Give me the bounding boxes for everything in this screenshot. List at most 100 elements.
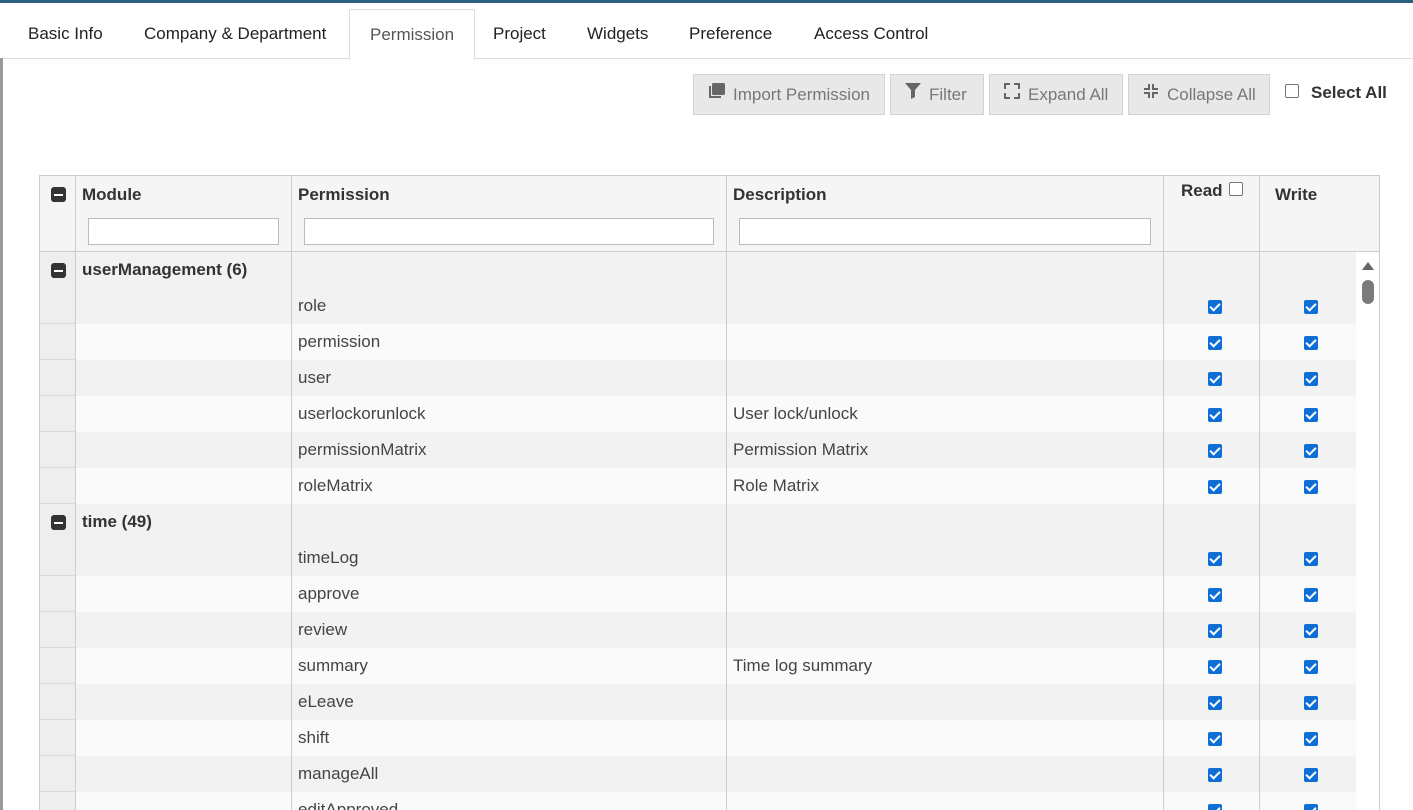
description-cell: User lock/unlock	[727, 396, 1164, 432]
write-checkbox[interactable]	[1304, 300, 1318, 314]
read-checkbox[interactable]	[1208, 480, 1222, 494]
empty-cell	[1164, 252, 1260, 288]
row-gutter	[40, 540, 76, 576]
collapse-group-icon[interactable]	[51, 263, 66, 278]
read-cell	[1164, 576, 1260, 612]
collapse-all-label: Collapse All	[1167, 85, 1256, 104]
grid-scrollbar[interactable]	[1356, 252, 1379, 810]
collapse-group-icon[interactable]	[51, 515, 66, 530]
tab-access-control[interactable]: Access Control	[794, 9, 948, 59]
module-cell	[76, 468, 292, 504]
tab-widgets[interactable]: Widgets	[567, 9, 668, 59]
read-cell	[1164, 792, 1260, 810]
read-cell	[1164, 648, 1260, 684]
read-checkbox[interactable]	[1208, 660, 1222, 674]
write-cell	[1260, 720, 1356, 756]
description-cell	[727, 720, 1164, 756]
write-checkbox[interactable]	[1304, 372, 1318, 386]
description-filter-input[interactable]	[739, 218, 1151, 245]
description-cell	[727, 684, 1164, 720]
permission-grid: Module Permission Description Read Write…	[39, 175, 1380, 810]
module-cell	[76, 612, 292, 648]
group-toggle-cell[interactable]	[40, 504, 76, 540]
tab-preference[interactable]: Preference	[669, 9, 792, 59]
module-filter-input[interactable]	[88, 218, 279, 245]
write-cell	[1260, 432, 1356, 468]
table-row: editApproved	[40, 792, 1356, 810]
permission-cell: timeLog	[292, 540, 727, 576]
write-checkbox[interactable]	[1304, 480, 1318, 494]
scroll-up-icon[interactable]	[1362, 262, 1374, 270]
tab-project[interactable]: Project	[473, 9, 566, 59]
read-checkbox[interactable]	[1208, 408, 1222, 422]
write-checkbox[interactable]	[1304, 624, 1318, 638]
scroll-thumb[interactable]	[1362, 280, 1374, 304]
table-row: timeLog	[40, 540, 1356, 576]
read-checkbox[interactable]	[1208, 624, 1222, 638]
write-checkbox[interactable]	[1304, 804, 1318, 810]
header-description-label: Description	[733, 185, 827, 204]
write-checkbox[interactable]	[1304, 768, 1318, 782]
write-checkbox[interactable]	[1304, 696, 1318, 710]
read-checkbox[interactable]	[1208, 732, 1222, 746]
description-cell	[727, 576, 1164, 612]
write-checkbox[interactable]	[1304, 732, 1318, 746]
permission-cell: role	[292, 288, 727, 324]
group-row[interactable]: time (49)	[40, 504, 1356, 540]
permission-cell: manageAll	[292, 756, 727, 792]
write-cell	[1260, 360, 1356, 396]
write-checkbox[interactable]	[1304, 444, 1318, 458]
read-checkbox[interactable]	[1208, 768, 1222, 782]
read-checkbox[interactable]	[1208, 804, 1222, 810]
read-cell	[1164, 324, 1260, 360]
tab-basic-info[interactable]: Basic Info	[8, 9, 123, 59]
row-gutter	[40, 288, 76, 324]
read-checkbox[interactable]	[1208, 300, 1222, 314]
write-checkbox[interactable]	[1304, 408, 1318, 422]
row-gutter	[40, 720, 76, 756]
table-row: review	[40, 612, 1356, 648]
read-cell	[1164, 396, 1260, 432]
empty-cell	[1260, 252, 1356, 288]
grid-header: Module Permission Description Read Write	[40, 176, 1379, 252]
read-cell	[1164, 360, 1260, 396]
group-row[interactable]: userManagement (6)	[40, 252, 1356, 288]
permission-filter-input[interactable]	[304, 218, 714, 245]
write-checkbox[interactable]	[1304, 336, 1318, 350]
read-checkbox[interactable]	[1208, 336, 1222, 350]
select-all-label: Select All	[1311, 83, 1387, 102]
write-cell	[1260, 468, 1356, 504]
write-cell	[1260, 684, 1356, 720]
write-cell	[1260, 576, 1356, 612]
expand-icon	[1004, 74, 1020, 113]
header-permission-label: Permission	[298, 185, 390, 204]
module-cell	[76, 576, 292, 612]
read-checkbox[interactable]	[1208, 552, 1222, 566]
tab-company-department[interactable]: Company & Department	[124, 9, 346, 59]
write-cell	[1260, 396, 1356, 432]
description-cell	[727, 612, 1164, 648]
write-checkbox[interactable]	[1304, 552, 1318, 566]
filter-button[interactable]: Filter	[890, 74, 984, 115]
collapse-all-button[interactable]: Collapse All	[1128, 74, 1270, 115]
table-row: role	[40, 288, 1356, 324]
read-checkbox[interactable]	[1208, 588, 1222, 602]
read-checkbox[interactable]	[1208, 696, 1222, 710]
write-checkbox[interactable]	[1304, 588, 1318, 602]
read-all-checkbox[interactable]	[1229, 182, 1243, 196]
expand-all-button[interactable]: Expand All	[989, 74, 1123, 115]
read-checkbox[interactable]	[1208, 372, 1222, 386]
read-checkbox[interactable]	[1208, 444, 1222, 458]
tab-permission[interactable]: Permission	[349, 9, 476, 60]
select-all-checkbox[interactable]	[1285, 84, 1299, 98]
import-permission-button[interactable]: Import Permission	[693, 74, 885, 115]
group-toggle-cell[interactable]	[40, 252, 76, 288]
description-cell	[727, 324, 1164, 360]
header-collapse-cell	[40, 176, 76, 252]
write-checkbox[interactable]	[1304, 660, 1318, 674]
permission-cell: roleMatrix	[292, 468, 727, 504]
description-cell	[727, 360, 1164, 396]
collapse-all-rows-icon[interactable]	[51, 187, 66, 202]
expand-all-label: Expand All	[1028, 85, 1109, 104]
left-edge-border	[0, 58, 3, 810]
